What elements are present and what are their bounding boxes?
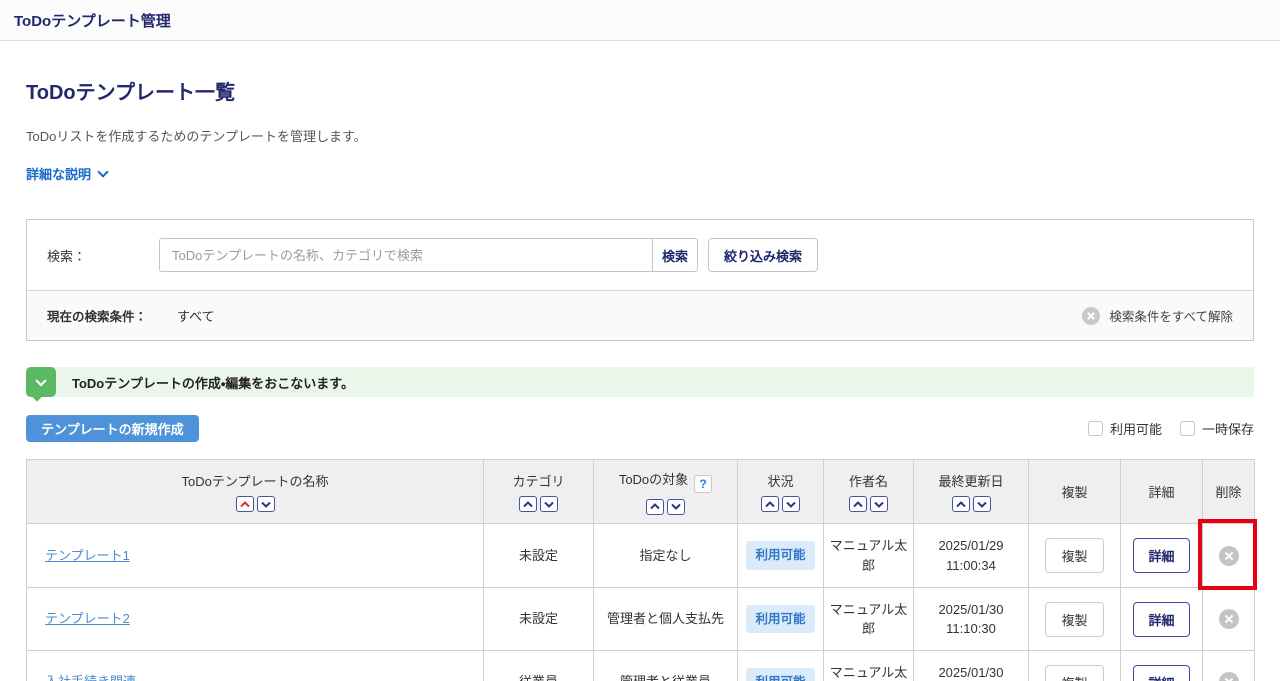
copy-button[interactable]: 複製 <box>1045 665 1103 681</box>
search-input[interactable] <box>159 238 653 272</box>
table-row: テンプレート1 未設定 指定なし 利用可能 マニュアル太郎 2025/01/29… <box>27 524 1255 588</box>
copy-button[interactable]: 複製 <box>1045 602 1103 637</box>
sort-asc-button[interactable] <box>646 499 664 515</box>
sort-asc-button[interactable] <box>849 496 867 512</box>
checkbox-icon <box>1088 421 1103 436</box>
search-panel: 検索： 検索 絞り込み検索 現在の検索条件： すべて 検索条件をすべて解除 <box>26 219 1254 341</box>
sort-desc-button[interactable] <box>870 496 888 512</box>
status-badge: 利用可能 <box>746 541 814 570</box>
author-cell: マニュアル太郎 <box>824 651 914 681</box>
target-cell: 指定なし <box>594 524 738 588</box>
column-header-copy: 複製 <box>1029 460 1121 524</box>
category-cell: 従業員 <box>484 651 594 681</box>
current-condition-label: 現在の検索条件： <box>47 306 147 325</box>
sort-desc-button[interactable] <box>973 496 991 512</box>
main-content: ToDoテンプレート一覧 ToDoリストを作成するためのテンプレートを管理します… <box>0 76 1280 681</box>
current-condition-row: 現在の検索条件： すべて 検索条件をすべて解除 <box>27 290 1253 340</box>
column-header-category: カテゴリ <box>484 460 594 524</box>
template-name-link[interactable]: テンプレート1 <box>45 548 130 563</box>
filter-checkbox-available[interactable]: 利用可能 <box>1088 419 1162 438</box>
target-cell: 管理者と従業員 <box>594 651 738 681</box>
actions-row: テンプレートの新規作成 利用可能 一時保存 <box>26 415 1254 442</box>
delete-icon[interactable] <box>1219 546 1239 566</box>
delete-icon[interactable] <box>1219 609 1239 629</box>
current-condition-value: すべて <box>177 306 215 325</box>
page-description: ToDoリストを作成するためのテンプレートを管理します。 <box>26 126 1254 145</box>
table-row: 入社手続き関連 従業員 管理者と従業員 利用可能 マニュアル太郎 2025/01… <box>27 651 1255 681</box>
create-template-button[interactable]: テンプレートの新規作成 <box>26 415 199 442</box>
chevron-down-icon <box>97 166 108 177</box>
category-cell: 未設定 <box>484 524 594 588</box>
detailed-description-link[interactable]: 詳細な説明 <box>26 164 107 183</box>
author-cell: マニュアル太郎 <box>824 524 914 588</box>
detail-button[interactable]: 詳細 <box>1133 665 1189 681</box>
column-header-author: 作者名 <box>824 460 914 524</box>
detail-button[interactable]: 詳細 <box>1133 538 1189 573</box>
status-filter-checkboxes: 利用可能 一時保存 <box>1088 419 1254 438</box>
template-table: ToDoテンプレートの名称 カテゴリ <box>26 459 1255 681</box>
app-title: ToDoテンプレート管理 <box>14 10 171 31</box>
search-button[interactable]: 検索 <box>652 238 698 272</box>
table-row: テンプレート2 未設定 管理者と個人支払先 利用可能 マニュアル太郎 2025/… <box>27 588 1255 651</box>
author-cell: マニュアル太郎 <box>824 588 914 651</box>
sort-asc-button[interactable] <box>236 496 254 512</box>
sort-asc-button[interactable] <box>519 496 537 512</box>
refine-search-button[interactable]: 絞り込み検索 <box>708 238 818 272</box>
notice-banner: ToDoテンプレートの作成・編集をおこないます。 <box>26 367 1254 397</box>
column-header-target: ToDoの対象? <box>594 460 738 524</box>
notice-bubble-chevron-icon <box>26 367 56 397</box>
sort-asc-button[interactable] <box>761 496 779 512</box>
help-icon[interactable]: ? <box>694 475 712 493</box>
column-header-delete: 削除 <box>1203 460 1255 524</box>
filter-checkbox-draft[interactable]: 一時保存 <box>1180 419 1254 438</box>
updated-cell: 2025/01/3011:51:53 <box>914 651 1029 681</box>
sort-desc-button[interactable] <box>540 496 558 512</box>
updated-cell: 2025/01/2911:00:34 <box>914 524 1029 588</box>
filter-checkbox-draft-label: 一時保存 <box>1202 419 1254 438</box>
filter-checkbox-available-label: 利用可能 <box>1110 419 1162 438</box>
template-name-link[interactable]: テンプレート2 <box>45 611 130 626</box>
page-title: ToDoテンプレート一覧 <box>26 76 1254 105</box>
detail-button[interactable]: 詳細 <box>1133 602 1189 637</box>
delete-icon[interactable] <box>1219 672 1239 681</box>
column-header-detail: 詳細 <box>1121 460 1203 524</box>
clear-all-conditions-label: 検索条件をすべて解除 <box>1109 306 1233 325</box>
column-header-name: ToDoテンプレートの名称 <box>27 460 484 524</box>
target-cell: 管理者と個人支払先 <box>594 588 738 651</box>
search-label: 検索： <box>47 246 159 265</box>
notice-text: ToDoテンプレートの作成・編集をおこないます。 <box>72 373 354 392</box>
column-header-status: 状況 <box>738 460 824 524</box>
sort-desc-button[interactable] <box>257 496 275 512</box>
table-header-row: ToDoテンプレートの名称 カテゴリ <box>27 460 1255 524</box>
status-badge: 利用可能 <box>746 605 814 634</box>
detailed-description-label: 詳細な説明 <box>26 164 91 183</box>
category-cell: 未設定 <box>484 588 594 651</box>
status-badge: 利用可能 <box>746 668 814 681</box>
template-name-link[interactable]: 入社手続き関連 <box>45 674 136 681</box>
sort-asc-button[interactable] <box>952 496 970 512</box>
checkbox-icon <box>1180 421 1195 436</box>
column-header-updated: 最終更新日 <box>914 460 1029 524</box>
copy-button[interactable]: 複製 <box>1045 538 1103 573</box>
top-header-bar: ToDoテンプレート管理 <box>0 0 1280 41</box>
sort-desc-button[interactable] <box>667 499 685 515</box>
sort-desc-button[interactable] <box>782 496 800 512</box>
template-table-wrapper: ToDoテンプレートの名称 カテゴリ <box>26 459 1254 681</box>
search-row: 検索： 検索 絞り込み検索 <box>27 220 1253 290</box>
screen: ToDoテンプレート管理 ToDoテンプレート一覧 ToDoリストを作成するため… <box>0 0 1280 681</box>
updated-cell: 2025/01/3011:10:30 <box>914 588 1029 651</box>
clear-x-icon <box>1082 307 1100 325</box>
clear-all-conditions-button[interactable]: 検索条件をすべて解除 <box>1082 306 1233 325</box>
